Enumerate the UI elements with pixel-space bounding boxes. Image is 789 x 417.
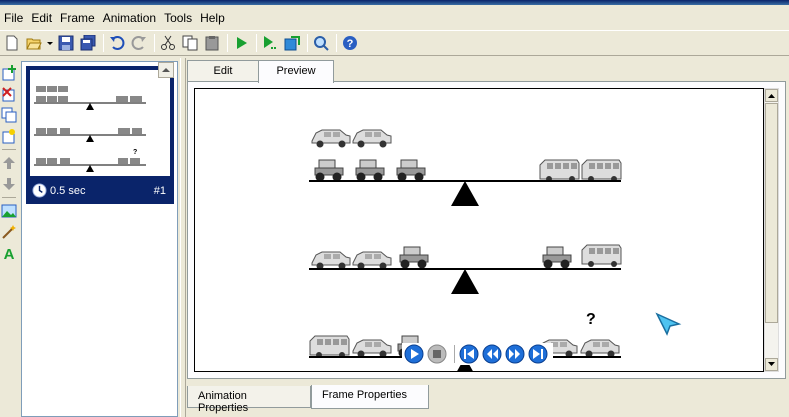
panel-splitter[interactable] xyxy=(180,58,186,417)
title-bar xyxy=(0,0,789,5)
app-window: File Edit Frame Animation Tools Help ? A… xyxy=(0,0,789,417)
playback-controls xyxy=(402,343,553,365)
menu-frame[interactable]: Frame xyxy=(56,8,99,28)
menu-animation[interactable]: Animation xyxy=(99,8,160,28)
toolbar-separator xyxy=(256,34,257,52)
preview-pane: ? xyxy=(187,81,786,379)
tab-frame-properties[interactable]: Frame Properties xyxy=(311,385,429,409)
image-icon[interactable] xyxy=(1,203,17,219)
play-from-frame-icon[interactable] xyxy=(260,33,280,53)
menu-tools[interactable]: Tools xyxy=(160,8,196,28)
menu-help[interactable]: Help xyxy=(196,8,229,28)
tab-edit[interactable]: Edit xyxy=(187,60,259,82)
add-frame-icon[interactable] xyxy=(1,65,17,81)
toolbar-separator xyxy=(227,34,228,52)
menu-edit[interactable]: Edit xyxy=(27,8,56,28)
play-button-icon[interactable] xyxy=(404,344,424,364)
last-frame-icon[interactable] xyxy=(528,344,548,364)
toolbar: ? xyxy=(0,30,789,56)
scroll-thumb[interactable] xyxy=(765,103,778,323)
svg-text:?: ? xyxy=(347,38,354,50)
toolbar-separator xyxy=(103,34,104,52)
help-icon[interactable]: ? xyxy=(340,33,360,53)
frames-panel: ? 0.5 sec #1 xyxy=(21,61,178,417)
frames-scroll-up[interactable] xyxy=(158,62,174,78)
duplicate-frame-icon[interactable] xyxy=(1,107,17,123)
tool-separator xyxy=(2,197,16,198)
player-separator xyxy=(454,345,455,363)
undo-icon[interactable] xyxy=(107,33,127,53)
tab-animation-properties[interactable]: Animation Properties xyxy=(187,386,311,414)
question-mark: ? xyxy=(586,311,596,328)
move-up-icon[interactable] xyxy=(1,155,17,171)
frame-number: #1 xyxy=(153,185,166,197)
delete-frame-icon[interactable] xyxy=(1,86,17,102)
menu-file[interactable]: File xyxy=(0,8,27,28)
tool-separator xyxy=(2,149,16,150)
svg-text:?: ? xyxy=(133,149,137,156)
previous-frame-icon[interactable] xyxy=(482,344,502,364)
toolbar-separator xyxy=(336,34,337,52)
frame-duration: 0.5 sec xyxy=(50,185,86,197)
tab-preview[interactable]: Preview xyxy=(258,60,334,83)
clock-icon xyxy=(32,183,47,198)
save-icon[interactable] xyxy=(56,33,76,53)
stop-button-icon[interactable] xyxy=(427,344,447,364)
zoom-icon[interactable] xyxy=(311,33,331,53)
scroll-down-arrow[interactable] xyxy=(765,358,778,371)
first-frame-icon[interactable] xyxy=(459,344,479,364)
frame-thumbnail-canvas: ? xyxy=(30,70,170,176)
cut-icon[interactable] xyxy=(158,33,178,53)
text-icon[interactable]: A xyxy=(1,245,17,261)
redo-icon[interactable] xyxy=(129,33,149,53)
frame-thumbnail[interactable]: ? 0.5 sec #1 xyxy=(26,66,174,204)
copy-icon[interactable] xyxy=(180,33,200,53)
seesaw-row-1 xyxy=(309,129,622,206)
insert-frame-icon[interactable] xyxy=(1,128,17,144)
play-icon[interactable] xyxy=(231,33,251,53)
pointer-cursor-icon xyxy=(655,312,682,336)
seesaw-row-2 xyxy=(309,244,622,294)
save-all-icon[interactable] xyxy=(78,33,98,53)
toolbar-separator xyxy=(154,34,155,52)
menu-bar: File Edit Frame Animation Tools Help xyxy=(0,8,789,28)
next-frame-icon[interactable] xyxy=(505,344,525,364)
dropdown-icon[interactable] xyxy=(46,33,54,53)
scroll-up-arrow[interactable] xyxy=(765,89,778,102)
move-down-icon[interactable] xyxy=(1,176,17,192)
paste-icon[interactable] xyxy=(202,33,222,53)
open-icon[interactable] xyxy=(24,33,44,53)
preview-scrollbar[interactable] xyxy=(764,88,779,372)
wand-icon[interactable] xyxy=(1,224,17,240)
frame-tools: A xyxy=(0,60,18,417)
toolbar-separator xyxy=(307,34,308,52)
new-icon[interactable] xyxy=(2,33,22,53)
export-icon[interactable] xyxy=(282,33,302,53)
svg-text:A: A xyxy=(4,246,15,261)
